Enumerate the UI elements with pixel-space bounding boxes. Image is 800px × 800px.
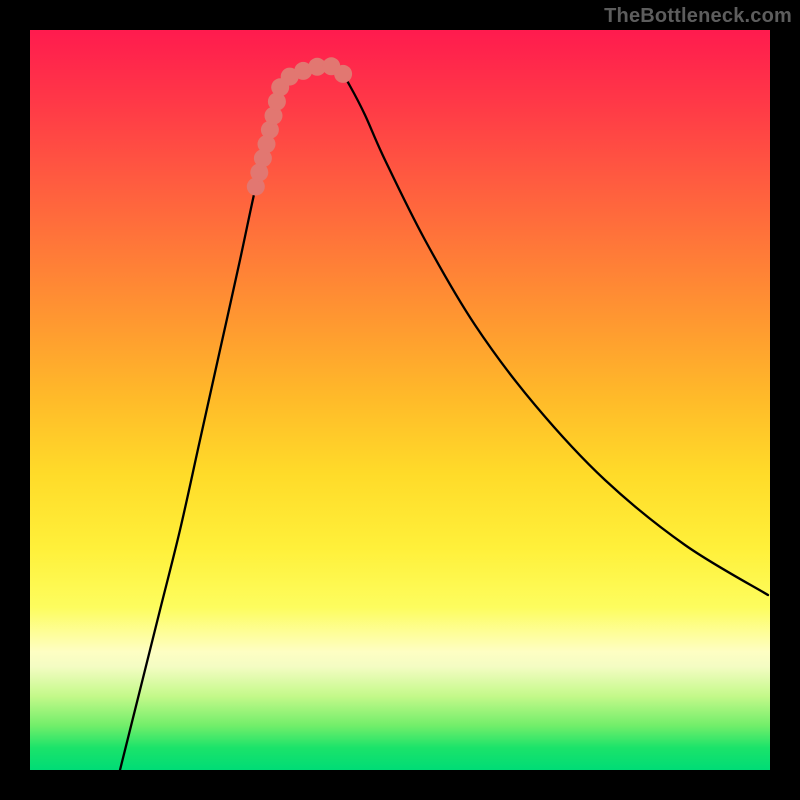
chart-svg (30, 30, 770, 770)
curve-dot-overlay (247, 57, 352, 195)
watermark-text: TheBottleneck.com (604, 5, 792, 28)
chart-area (30, 30, 770, 770)
curve-dot (334, 65, 352, 83)
bottleneck-curve-line (120, 65, 768, 770)
